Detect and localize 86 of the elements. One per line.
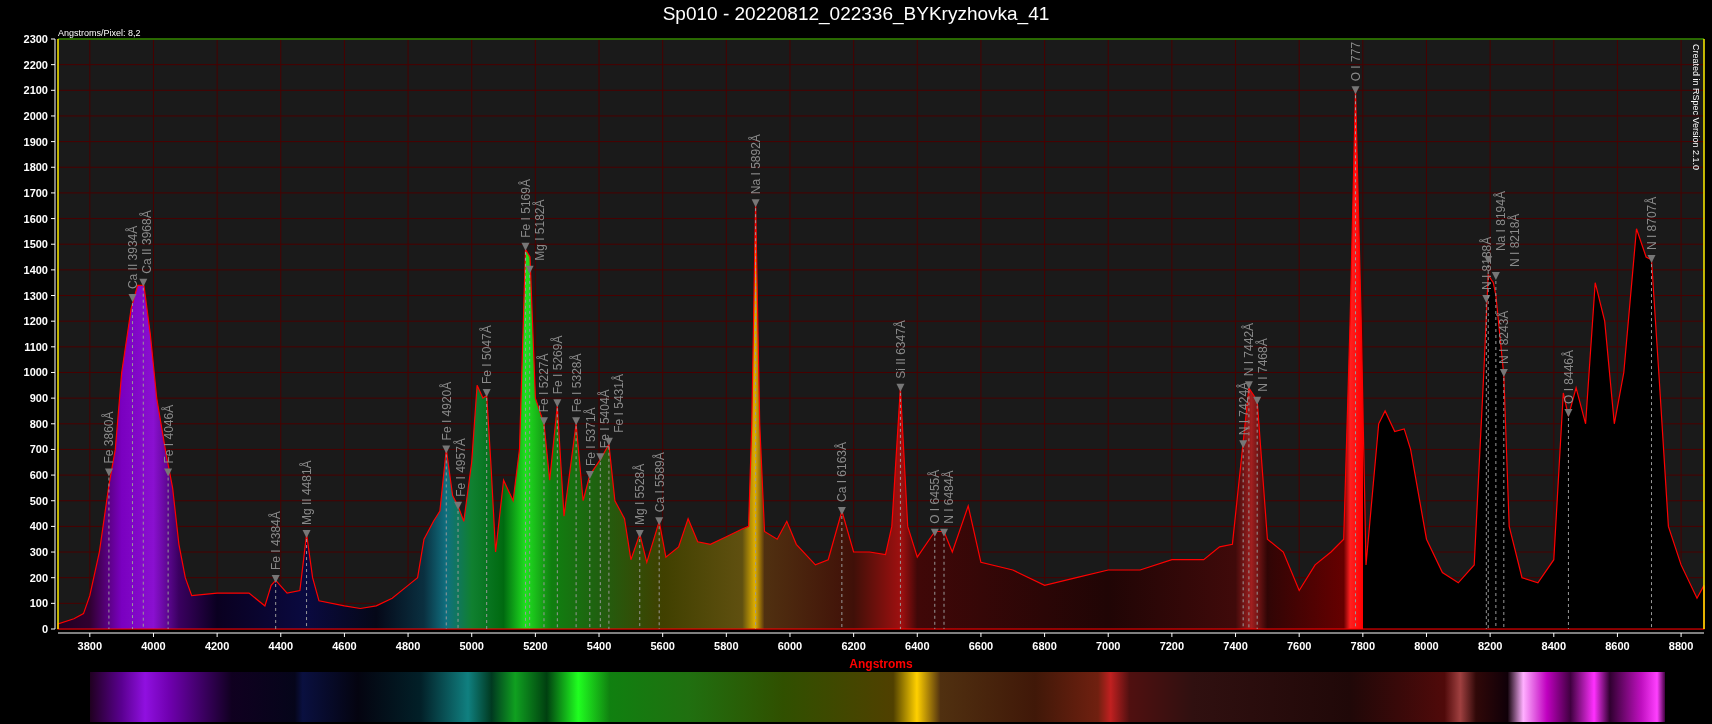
line-label: Ca II 3968Å xyxy=(139,210,154,274)
x-tick-label: 7400 xyxy=(1223,640,1248,652)
scale-note: Angstroms/Pixel: 8,2 xyxy=(58,28,141,38)
y-tick-label: 800 xyxy=(29,417,48,430)
line-label: Fe 3860Å xyxy=(102,411,117,464)
x-tick-label: 5600 xyxy=(650,640,675,652)
x-tick-label: 4000 xyxy=(141,640,166,652)
version-note: Created in RSpec Version 2.1.0 xyxy=(1691,44,1701,171)
x-tick-label: 3800 xyxy=(77,640,103,652)
line-label: N I 8243Å xyxy=(1497,310,1512,364)
x-tick-label: 8400 xyxy=(1541,640,1567,652)
x-tick-label: 5000 xyxy=(459,640,484,652)
x-tick-label: 6200 xyxy=(841,640,866,652)
line-label: N I 8707Å xyxy=(1645,196,1659,251)
y-tick-label: 1900 xyxy=(23,135,48,148)
chart-title: Sp010 - 20220812_022336_BYKryzhovka_41 xyxy=(662,3,1050,25)
x-tick-label: 7200 xyxy=(1159,640,1185,652)
y-tick-label: 900 xyxy=(29,392,48,405)
y-tick-label: 1700 xyxy=(23,186,48,199)
line-label: Mg I 5182Å xyxy=(533,199,547,261)
line-label: Fe I 4920Å xyxy=(439,381,454,441)
x-tick-label: 8200 xyxy=(1477,640,1503,652)
x-tick-label: 6600 xyxy=(968,640,994,652)
x-tick-label: 6400 xyxy=(905,640,930,652)
line-label: O I 777 xyxy=(1349,41,1363,82)
line-label: Fe I 5227Å xyxy=(537,353,552,413)
line-label: Fe I 5431Å xyxy=(611,374,626,433)
y-tick-label: 2100 xyxy=(23,84,48,97)
line-label: Ca I 5589Å xyxy=(652,452,667,513)
line-label: Fe I 5047Å xyxy=(480,325,495,384)
x-tick-label: 5200 xyxy=(523,640,548,652)
y-tick-label: 2300 xyxy=(23,33,48,45)
y-tick-label: 2200 xyxy=(23,58,48,71)
y-tick-label: 1800 xyxy=(23,161,48,174)
x-tick-label: 4600 xyxy=(332,640,357,652)
line-label: Na I 8194Å xyxy=(1493,191,1508,252)
line-label: Fe I 5328Å xyxy=(569,353,584,413)
y-tick-label: 1000 xyxy=(23,366,48,379)
line-label: Na I 5892Å xyxy=(749,134,764,195)
y-tick-label: 1400 xyxy=(23,263,48,276)
x-tick-label: 7000 xyxy=(1096,640,1121,652)
x-tick-label: 6000 xyxy=(777,640,803,652)
x-tick-label: 7800 xyxy=(1350,640,1376,652)
x-tick-label: 4800 xyxy=(395,640,421,652)
line-label: Ca II 3934Å xyxy=(125,225,140,290)
line-label: Fe I 4957Å xyxy=(453,438,468,497)
y-tick-label: 200 xyxy=(29,571,48,584)
x-axis-title: Angstroms xyxy=(849,657,913,671)
line-label: N I 7468Å xyxy=(1256,338,1271,392)
line-label: N I 8188Å xyxy=(1479,236,1494,291)
line-label: Fe I 4384Å xyxy=(269,511,284,570)
y-tick-label: 600 xyxy=(29,469,48,482)
x-tick-label: 8600 xyxy=(1605,640,1630,652)
line-label: Ca I 6163Å xyxy=(835,441,850,502)
line-label: O I 8446Å xyxy=(1561,349,1576,404)
line-label: Fe I 5371Å xyxy=(583,407,598,467)
x-tick-label: 5800 xyxy=(714,640,739,652)
y-tick-label: 1200 xyxy=(23,315,48,328)
line-label: N I 8218Å xyxy=(1507,213,1522,268)
line-label: Si II 6347Å xyxy=(893,320,908,379)
x-tick-label: 4200 xyxy=(204,640,230,652)
x-tick-label: 8000 xyxy=(1414,640,1439,652)
line-marker xyxy=(271,575,280,630)
x-tick-label: 6800 xyxy=(1032,640,1057,652)
y-tick-label: 100 xyxy=(29,597,48,610)
line-label: Fe I 5169Å xyxy=(519,179,533,238)
x-tick-label: 8800 xyxy=(1668,640,1694,652)
x-tick-label: 5400 xyxy=(586,640,612,652)
line-label: Fe I 4046Å xyxy=(161,404,176,464)
line-label: Mg I 5528Å xyxy=(633,463,648,526)
y-tick-label: 0 xyxy=(41,623,48,635)
line-label: Fe I 5269Å xyxy=(551,335,566,395)
y-tick-label: 700 xyxy=(29,443,48,456)
x-tick-label: 4400 xyxy=(268,640,293,652)
line-label: Mg II 4481Å xyxy=(300,460,315,526)
line-label: N I 6484Å xyxy=(942,470,957,524)
y-tick-label: 2000 xyxy=(23,109,48,122)
x-tick-label: 7600 xyxy=(1286,640,1312,652)
y-tick-label: 1100 xyxy=(24,340,48,353)
y-tick-label: 400 xyxy=(29,520,48,533)
y-tick-label: 300 xyxy=(29,546,48,559)
y-tick-label: 1300 xyxy=(23,289,48,302)
line-label: N I 7424Å xyxy=(1236,381,1251,436)
y-tick-label: 1500 xyxy=(23,238,48,251)
y-tick-label: 500 xyxy=(29,494,48,507)
y-tick-label: 1600 xyxy=(23,212,48,225)
